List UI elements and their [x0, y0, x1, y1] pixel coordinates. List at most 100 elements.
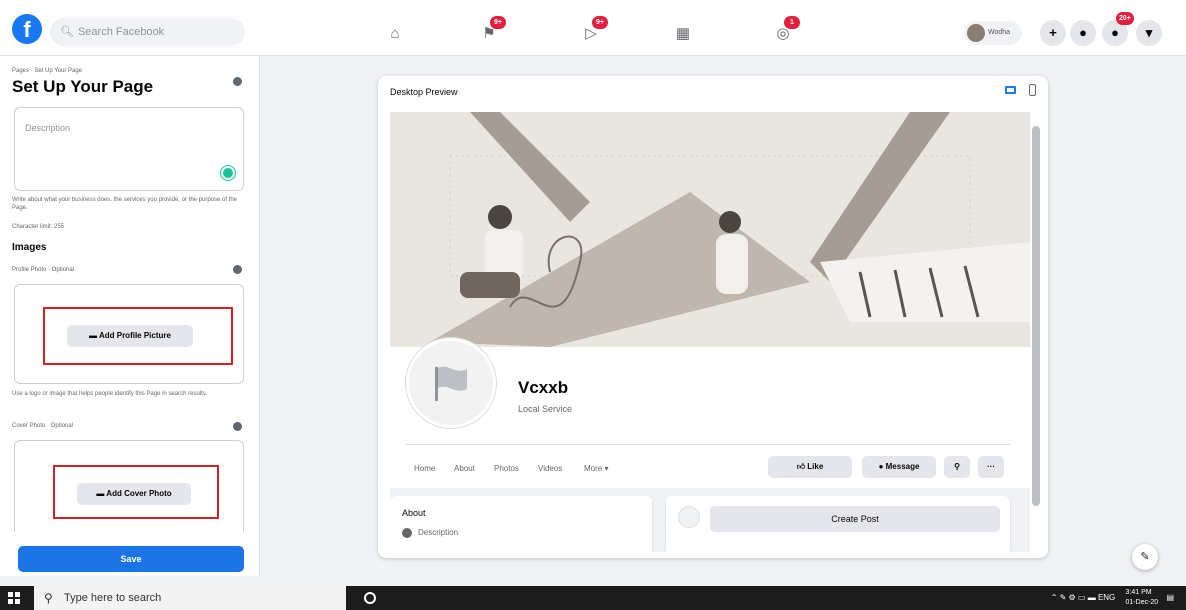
more-options-button[interactable]: ···: [978, 456, 1004, 478]
avatar: [678, 506, 700, 528]
clock[interactable]: 3:41 PM 01-Dec-20: [1126, 588, 1159, 608]
tab-photos[interactable]: Photos: [494, 464, 519, 473]
preview-scrollbar[interactable]: [1030, 112, 1042, 552]
info-icon: [402, 528, 412, 538]
taskbar-search-placeholder: Type here to search: [64, 592, 162, 604]
flag-icon: [435, 366, 467, 401]
message-button[interactable]: ● Message: [862, 456, 936, 478]
notifications-button[interactable]: ● 20+: [1102, 12, 1134, 46]
groups-badge: 1: [784, 16, 800, 29]
like-label: Like: [807, 462, 824, 471]
preview-label: Desktop Preview: [390, 87, 458, 97]
cover-photo-label: Cover Photo · Optional: [12, 423, 74, 429]
avatar: [967, 24, 985, 42]
save-button[interactable]: Save: [18, 546, 244, 572]
add-profile-picture-button[interactable]: ▬ Add Profile Picture: [67, 325, 193, 347]
watch-badge: 9+: [592, 16, 608, 29]
notification-center-icon[interactable]: ▤: [1166, 593, 1174, 602]
clock-date: 01-Dec-20: [1125, 599, 1159, 606]
facebook-logo[interactable]: f: [12, 14, 42, 44]
images-heading: Images: [12, 242, 47, 253]
setup-sidebar: Pages · Set Up Your Page Set Up Your Pag…: [0, 56, 260, 576]
tab-more[interactable]: More ▾: [584, 464, 608, 473]
about-description: Description: [418, 528, 459, 537]
tab-about[interactable]: About: [454, 464, 475, 473]
info-icon[interactable]: [233, 422, 242, 431]
message-label: Message: [885, 462, 920, 471]
profile-photo-help: Use a logo or image that helps people id…: [12, 391, 208, 397]
page-name: Vcxxb: [518, 378, 569, 397]
messenger-icon: ●: [878, 462, 886, 471]
character-limit: Character limit: 255: [12, 224, 65, 230]
cover-photo-upload-area[interactable]: ▬ Add Cover Photo: [14, 440, 244, 532]
search-facebook-input[interactable]: 🔍︎ Search Facebook: [50, 18, 245, 46]
mobile-icon[interactable]: [1029, 84, 1036, 96]
pages-badge: 9+: [490, 16, 506, 29]
create-post-card: Create Post: [666, 496, 1010, 552]
image-icon: ▬: [89, 331, 99, 340]
cover-illustration: [390, 112, 1030, 347]
profile-picture-placeholder: [406, 338, 496, 428]
chevron-down-icon: ▾: [1145, 25, 1153, 40]
home-icon[interactable]: ⌂: [384, 24, 406, 44]
page-title: Set Up Your Page: [12, 77, 154, 96]
page-category: Local Service: [518, 404, 573, 414]
clock-time: 3:41 PM: [1125, 589, 1152, 596]
grammarly-icon[interactable]: [221, 166, 235, 180]
tab-videos[interactable]: Videos: [538, 464, 562, 473]
account-menu-button[interactable]: ▾: [1136, 20, 1162, 46]
info-icon[interactable]: [233, 265, 242, 274]
cortana-icon[interactable]: [364, 592, 376, 604]
search-icon: 🔍︎: [60, 26, 74, 38]
marketplace-glyph: ▦: [675, 25, 691, 42]
add-cover-photo-label: Add Cover Photo: [106, 489, 172, 498]
top-navigation-bar: f 🔍︎ Search Facebook ⌂ ⚑ 9+ ▷ 9+ ▦ ◎ 1 Wodha…: [0, 0, 1186, 56]
desktop-icon[interactable]: [1005, 86, 1016, 94]
search-placeholder: Search Facebook: [77, 26, 165, 38]
ellipsis-icon: ···: [987, 462, 995, 471]
windows-taskbar: ⚲ Type here to search ⌃ ✎ ⚙ ▭ ▬ ENG 3:41 …: [0, 586, 1186, 610]
language-indicator[interactable]: ENG: [1098, 593, 1115, 602]
messenger-icon: ●: [1079, 25, 1087, 40]
cover-photo: [390, 112, 1030, 347]
profile-chip[interactable]: Wodha: [964, 21, 1022, 45]
divider: [406, 444, 1010, 445]
profile-photo-label: Profile Photo · Optional: [12, 267, 75, 273]
description-field[interactable]: Description: [14, 107, 244, 191]
bell-icon: ●: [1111, 25, 1119, 40]
search-page-button[interactable]: ⚲: [944, 456, 970, 478]
thumbs-up-icon: 👍︎: [796, 462, 808, 471]
tab-home[interactable]: Home: [414, 464, 435, 473]
description-help: Write about what your business does, the…: [12, 197, 238, 211]
add-profile-picture-label: Add Profile Picture: [98, 331, 171, 340]
add-cover-photo-button[interactable]: ▬ Add Cover Photo: [77, 483, 191, 505]
info-icon[interactable]: [233, 77, 242, 86]
compose-icon: ✎: [1140, 551, 1150, 563]
preview-content: Vcxxb Local Service Home About Photos Vi…: [390, 112, 1030, 552]
profile-photo-upload-area[interactable]: ▬ Add Profile Picture: [14, 284, 244, 384]
about-card: About Description: [390, 496, 652, 552]
description-placeholder: Description: [25, 123, 71, 133]
about-heading: About: [402, 508, 426, 518]
watch-icon[interactable]: ▷ 9+: [580, 16, 608, 44]
image-icon: ▬: [96, 489, 107, 498]
plus-icon: +: [1049, 25, 1057, 40]
tray-icons[interactable]: ⌃ ✎ ⚙ ▭ ▬: [1051, 593, 1098, 602]
flag-icon[interactable]: ⚑ 9+: [478, 16, 506, 44]
breadcrumb: Pages · Set Up Your Page: [12, 68, 83, 74]
windows-start-icon[interactable]: [8, 592, 20, 604]
groups-icon[interactable]: ◎ 1: [772, 16, 800, 44]
create-button[interactable]: +: [1040, 20, 1066, 46]
messenger-button[interactable]: ●: [1070, 20, 1096, 46]
taskbar-search-input[interactable]: ⚲ Type here to search: [34, 586, 346, 610]
create-post-button[interactable]: Create Post: [710, 506, 1000, 532]
search-icon: ⚲: [954, 462, 960, 471]
desktop-preview-card: Desktop Preview Vcxxb Local Service Home…: [378, 76, 1048, 558]
system-tray: ⌃ ✎ ⚙ ▭ ▬ ENG 3:41 PM 01-Dec-20 ▤: [1051, 586, 1174, 610]
notifications-badge: 20+: [1116, 12, 1134, 25]
home-glyph: ⌂: [390, 25, 400, 42]
like-button[interactable]: 👍︎ Like: [768, 456, 852, 478]
scrollbar-thumb[interactable]: [1032, 126, 1040, 506]
marketplace-icon[interactable]: ▦: [672, 24, 694, 44]
new-message-button[interactable]: ✎: [1132, 544, 1158, 570]
